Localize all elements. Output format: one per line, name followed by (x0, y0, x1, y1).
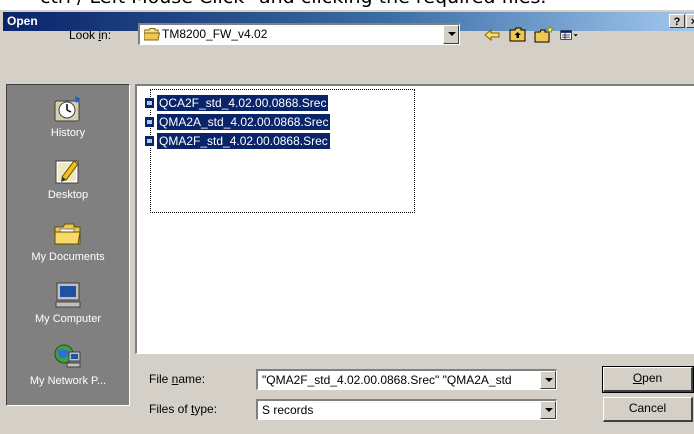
places-item-my-network-places[interactable]: My Network P... (7, 339, 129, 399)
help-button[interactable]: ? (669, 14, 685, 28)
cancel-button[interactable]: Cancel (603, 397, 693, 422)
file-type-select[interactable]: S records (256, 399, 557, 420)
file-name: QMA2A_std_4.02.00.0868.Srec (157, 114, 331, 130)
places-bar: History Desktop My Documents My Computer… (6, 84, 130, 406)
file-type-value: S records (262, 403, 314, 417)
file-name-label: File name: (149, 372, 206, 386)
view-menu-icon[interactable] (560, 26, 580, 44)
caption-strip: ctrl / Left Mouse Click" and clicking th… (0, 0, 694, 10)
dialog-title: Open (7, 14, 38, 28)
look-in-value: TM8200_FW_v4.02 (162, 27, 268, 41)
new-folder-icon[interactable] (534, 26, 554, 44)
places-label-my-documents: My Documents (31, 251, 105, 263)
chevron-down-icon[interactable] (540, 371, 556, 389)
places-label-desktop: Desktop (47, 189, 89, 201)
look-in-combo[interactable]: TM8200_FW_v4.02 (138, 23, 460, 45)
file-name-value: "QMA2F_std_4.02.00.0868.Srec" "QMA2A_std (262, 373, 512, 387)
my-computer-icon (55, 282, 81, 308)
places-item-my-documents[interactable]: My Documents (7, 215, 129, 275)
places-label-my-network-places: My Network P... (29, 375, 107, 387)
open-dialog: Open ? × Look in: TM8200_FW_v4.02 (0, 10, 694, 434)
places-item-history[interactable]: History (7, 91, 129, 151)
file-list[interactable]: QCA2F_std_4.02.00.0868.Srec QMA2A_std_4.… (135, 84, 694, 354)
chevron-down-icon[interactable] (540, 401, 556, 419)
places-item-my-computer[interactable]: My Computer (7, 277, 129, 337)
history-icon (54, 96, 81, 122)
my-documents-icon (54, 223, 81, 245)
up-folder-icon[interactable] (508, 26, 528, 44)
close-button[interactable]: × (686, 14, 694, 28)
look-in-label: Look in: (69, 28, 112, 42)
caption-text: ctrl / Left Mouse Click" and clicking th… (40, 0, 546, 8)
my-network-places-icon (54, 344, 81, 368)
file-icon (144, 135, 155, 147)
file-name-input[interactable]: "QMA2F_std_4.02.00.0868.Srec" "QMA2A_std (256, 369, 557, 390)
file-icon (144, 116, 155, 128)
places-label-my-computer: My Computer (34, 313, 102, 325)
open-button[interactable]: Open (602, 366, 694, 393)
file-icon (144, 97, 155, 109)
places-item-desktop[interactable]: Desktop (7, 153, 129, 213)
back-arrow-icon[interactable] (482, 26, 502, 44)
file-type-label: Files of type: (149, 402, 218, 416)
file-name: QCA2F_std_4.02.00.0868.Srec (157, 95, 329, 111)
chevron-down-icon[interactable] (443, 25, 459, 44)
folder-icon (144, 28, 160, 41)
places-label-history: History (50, 127, 86, 139)
file-name: QMA2F_std_4.02.00.0868.Srec (157, 133, 330, 149)
desktop-icon (55, 160, 79, 184)
